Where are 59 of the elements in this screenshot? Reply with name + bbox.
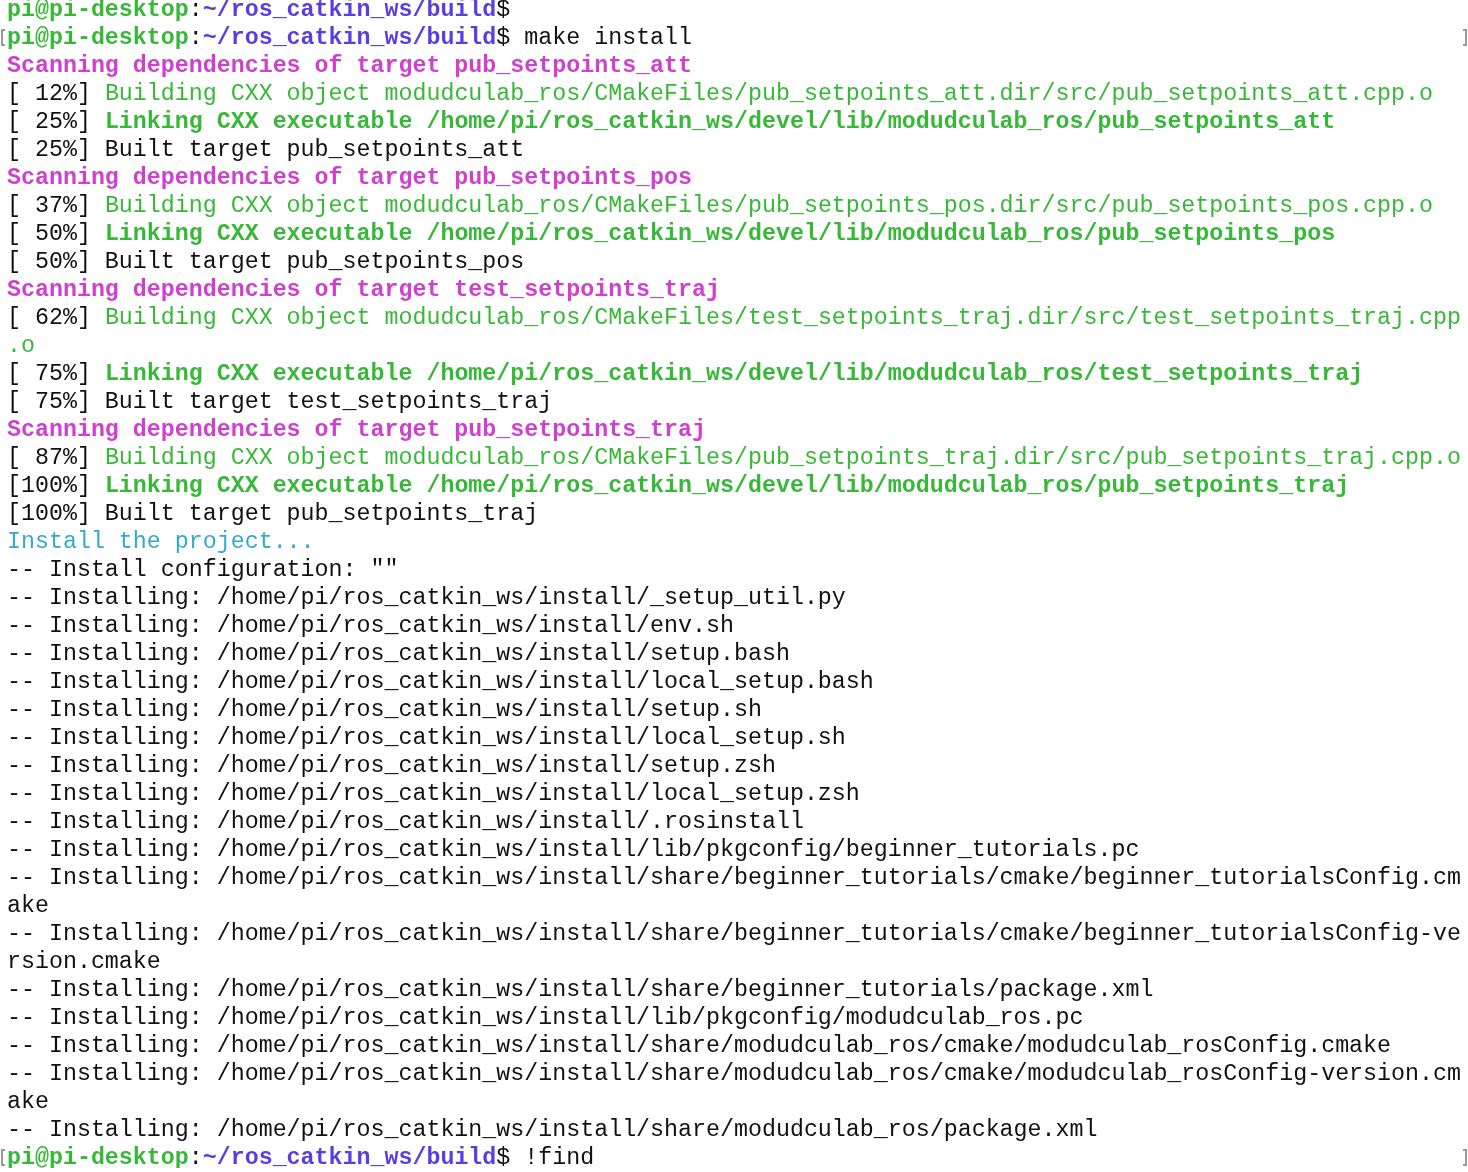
install-message: Install the project... bbox=[7, 529, 315, 555]
terminal-text: -- Installing: /home/pi/ros_catkin_ws/install/env.sh bbox=[7, 613, 734, 639]
prompt-path: ~/ros_catkin_ws/build bbox=[202, 25, 497, 51]
terminal-text: -- Installing: /home/pi/ros_catkin_ws/install/local_setup.bash bbox=[7, 669, 874, 695]
terminal-text: -- Installing: /home/pi/ros_catkin_ws/install/share/modudculab_ros/cmake/modudculab_rosConfig-version.cm bbox=[7, 1061, 1461, 1087]
terminal-text: : bbox=[188, 1145, 203, 1168]
terminal-text: [ 87%] bbox=[7, 445, 92, 471]
terminal-text: -- Install configuration: "" bbox=[7, 557, 399, 583]
build-message: Building CXX object modudculab_ros/CMakeFiles/pub_setpoints_att.dir/src/pub_setpoints_att.cpp.o bbox=[104, 81, 1433, 107]
terminal-text: -- Installing: /home/pi/ros_catkin_ws/install/share/beginner_tutorials/cmake/beginner_tutorialsConfig-ve bbox=[7, 921, 1461, 947]
link-message: Linking CXX executable /home/pi/ros_catkin_ws/devel/lib/modudculab_ros/pub_setpoints_traj bbox=[104, 473, 1350, 499]
terminal-text: -- Installing: /home/pi/ros_catkin_ws/install/setup.zsh bbox=[7, 753, 776, 779]
terminal-text: ake bbox=[7, 893, 49, 919]
build-message: .o bbox=[7, 333, 35, 359]
terminal-text: [100%] Built target pub_setpoints_traj bbox=[7, 501, 539, 527]
terminal-text: [ 75%] Built target test_setpoints_traj bbox=[7, 389, 553, 415]
terminal-text: -- Installing: /home/pi/ros_catkin_ws/install/local_setup.sh bbox=[7, 725, 846, 751]
terminal-text: -- Installing: /home/pi/ros_catkin_ws/install/setup.bash bbox=[7, 641, 790, 667]
scan-message: Scanning dependencies of target test_setpoints_traj bbox=[7, 277, 720, 303]
terminal-text: [ 25%] bbox=[7, 109, 92, 135]
link-message: Linking CXX executable /home/pi/ros_catkin_ws/devel/lib/modudculab_ros/test_setpoints_traj bbox=[104, 361, 1364, 387]
terminal-text: : bbox=[188, 0, 203, 23]
terminal-text: -- Installing: /home/pi/ros_catkin_ws/install/_setup_util.py bbox=[7, 585, 846, 611]
scan-message: Scanning dependencies of target pub_setpoints_traj bbox=[7, 417, 707, 443]
prompt-user: pi@pi-desktop bbox=[7, 1145, 189, 1168]
terminal-text: rsion.cmake bbox=[7, 949, 161, 975]
terminal-text: [ 25%] Built target pub_setpoints_att bbox=[7, 137, 525, 163]
terminal-text: -- Installing: /home/pi/ros_catkin_ws/install/local_setup.zsh bbox=[7, 781, 860, 807]
terminal-text: $ !find bbox=[496, 1145, 595, 1168]
terminal-text: $ make install bbox=[496, 25, 693, 51]
scan-message: Scanning dependencies of target pub_setpoints_att bbox=[7, 53, 693, 79]
link-message: Linking CXX executable /home/pi/ros_catkin_ws/devel/lib/modudculab_ros/pub_setpoints_pos bbox=[104, 221, 1336, 247]
build-message: Building CXX object modudculab_ros/CMakeFiles/pub_setpoints_pos.dir/src/pub_setpoints_pos.cpp.o bbox=[104, 193, 1433, 219]
terminal-text: [ 12%] bbox=[7, 81, 92, 107]
prompt-user: pi@pi-desktop bbox=[7, 0, 189, 23]
build-message: Building CXX object modudculab_ros/CMakeFiles/pub_setpoints_traj.dir/src/pub_setpoints_traj.cpp.o bbox=[104, 445, 1461, 471]
terminal-text: [100%] bbox=[7, 473, 92, 499]
terminal-text: -- Installing: /home/pi/ros_catkin_ws/install/lib/pkgconfig/modudculab_ros.pc bbox=[7, 1005, 1084, 1031]
terminal-text: -- Installing: /home/pi/ros_catkin_ws/install/.rosinstall bbox=[7, 809, 804, 835]
link-message: Linking CXX executable /home/pi/ros_catkin_ws/devel/lib/modudculab_ros/pub_setpoints_att bbox=[104, 109, 1336, 135]
prompt-user: pi@pi-desktop bbox=[7, 25, 189, 51]
terminal-text: [ 50%] Built target pub_setpoints_pos bbox=[7, 249, 525, 275]
terminal-text: [ 50%] bbox=[7, 221, 92, 247]
terminal-text: -- Installing: /home/pi/ros_catkin_ws/install/share/beginner_tutorials/package.xml bbox=[7, 977, 1154, 1003]
terminal-text: [ 62%] bbox=[7, 305, 92, 331]
prompt-path: ~/ros_catkin_ws/build bbox=[202, 1145, 497, 1168]
prompt-path: ~/ros_catkin_ws/build bbox=[202, 0, 497, 23]
terminal-text: [ 75%] bbox=[7, 361, 92, 387]
terminal-text: [ 37%] bbox=[7, 193, 92, 219]
terminal-text: ake bbox=[7, 1089, 49, 1115]
terminal-text: -- Installing: /home/pi/ros_catkin_ws/install/lib/pkgconfig/beginner_tutorials.pc bbox=[7, 837, 1140, 863]
terminal-text: -- Installing: /home/pi/ros_catkin_ws/install/share/modudculab_ros/cmake/modudculab_rosConfig.cmake bbox=[7, 1033, 1392, 1059]
build-message: Building CXX object modudculab_ros/CMakeFiles/test_setpoints_traj.dir/src/test_setpoints_traj.cpp bbox=[104, 305, 1461, 331]
terminal-text: -- Installing: /home/pi/ros_catkin_ws/install/share/modudculab_ros/package.xml bbox=[7, 1117, 1098, 1143]
terminal-text: $ bbox=[496, 0, 511, 23]
terminal-text: -- Installing: /home/pi/ros_catkin_ws/install/share/beginner_tutorials/cmake/beginner_tutorialsConfig.cm bbox=[7, 865, 1461, 891]
terminal-text: -- Installing: /home/pi/ros_catkin_ws/install/setup.sh bbox=[7, 697, 762, 723]
terminal-text: : bbox=[188, 25, 203, 51]
scan-message: Scanning dependencies of target pub_setpoints_pos bbox=[7, 165, 693, 191]
